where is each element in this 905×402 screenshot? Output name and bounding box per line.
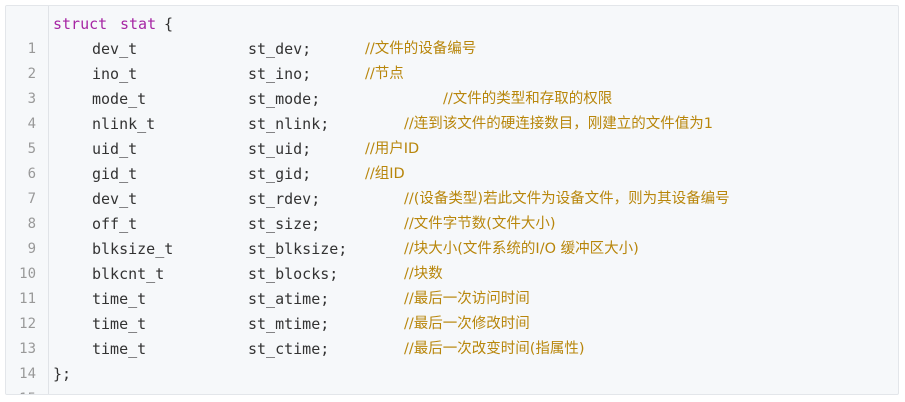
field-type: time_t	[92, 315, 147, 333]
code-lines: 1 struct stat { 2 dev_t st_dev; //文件的设备编…	[6, 12, 898, 394]
code-line: 2 dev_t st_dev; //文件的设备编号	[6, 37, 898, 82]
field-type: time_t	[92, 290, 147, 308]
field-name: st_uid;	[248, 140, 312, 158]
code-line: 5 nlink_t st_nlink; //连到该文件的硬连接数目，刚建立的文件…	[6, 112, 898, 157]
field-comment: //文件的设备编号	[365, 41, 477, 57]
code-line: 11 blkcnt_t st_blocks; //块数	[6, 262, 898, 307]
field-type: time_t	[92, 340, 147, 358]
field-comment: //(设备类型)若此文件为设备文件，则为其设备编号	[404, 191, 730, 207]
code-line: 15 };	[6, 362, 898, 394]
code-line: 9 off_t st_size; //文件字节数(文件大小)	[6, 212, 898, 257]
field-name: st_ctime;	[248, 340, 330, 358]
field-name: st_nlink;	[248, 115, 330, 133]
field-name: st_blksize;	[248, 240, 348, 258]
field-comment: //组ID	[365, 166, 405, 182]
field-type: ino_t	[92, 65, 138, 83]
field-type: off_t	[92, 215, 138, 233]
field-type: blksize_t	[92, 240, 174, 258]
field-name: st_size;	[248, 215, 321, 233]
field-comment: //最后一次访问时间	[404, 291, 530, 307]
code-line: 4 mode_t st_mode; //文件的类型和存取的权限	[6, 87, 898, 132]
struct-name: stat	[120, 15, 157, 33]
field-name: st_mtime;	[248, 315, 330, 333]
field-comment: //最后一次修改时间	[404, 316, 530, 332]
field-name: st_gid;	[248, 165, 312, 183]
code-line: 14 time_t st_ctime; //最后一次改变时间(指属性)	[6, 337, 898, 382]
code-line: 7 gid_t st_gid; //组ID	[6, 162, 898, 207]
code-line: 8 dev_t st_rdev; //(设备类型)若此文件为设备文件，则为其设备…	[6, 187, 898, 232]
code-line: 12 time_t st_atime; //最后一次访问时间	[6, 287, 898, 332]
field-comment: //最后一次改变时间(指属性)	[404, 341, 585, 357]
field-comment: //用户ID	[365, 141, 420, 157]
field-comment: //块大小(文件系统的I/O 缓冲区大小)	[404, 241, 639, 257]
field-comment: //文件的类型和存取的权限	[443, 91, 613, 107]
code-line: 6 uid_t st_uid; //用户ID	[6, 137, 898, 182]
code-line: 1 struct stat {	[6, 12, 898, 57]
code-line: 3 ino_t st_ino; //节点	[6, 62, 898, 107]
code-line: 13 time_t st_mtime; //最后一次修改时间	[6, 312, 898, 357]
close-brace: };	[53, 365, 72, 383]
field-type: gid_t	[92, 165, 138, 183]
code-line: 10 blksize_t st_blksize; //块大小(文件系统的I/O …	[6, 237, 898, 282]
field-type: mode_t	[92, 90, 147, 108]
line-number: 15	[6, 387, 36, 394]
field-comment: //连到该文件的硬连接数目，刚建立的文件值为1	[404, 116, 713, 132]
field-name: st_mode;	[248, 90, 321, 108]
field-comment: //文件字节数(文件大小)	[404, 216, 556, 232]
code-block: 1 struct stat { 2 dev_t st_dev; //文件的设备编…	[5, 5, 899, 395]
field-comment: //块数	[404, 266, 443, 282]
field-name: st_ino;	[248, 65, 312, 83]
open-brace: {	[164, 15, 174, 33]
field-name: st_blocks;	[248, 265, 339, 283]
field-type: dev_t	[92, 190, 138, 208]
field-name: st_dev;	[248, 40, 312, 58]
field-comment: //节点	[365, 66, 404, 82]
field-type: nlink_t	[92, 115, 156, 133]
struct-keyword: struct	[53, 15, 108, 33]
field-type: dev_t	[92, 40, 138, 58]
field-name: st_rdev;	[248, 190, 321, 208]
field-type: blkcnt_t	[92, 265, 165, 283]
field-type: uid_t	[92, 140, 138, 158]
field-name: st_atime;	[248, 290, 330, 308]
